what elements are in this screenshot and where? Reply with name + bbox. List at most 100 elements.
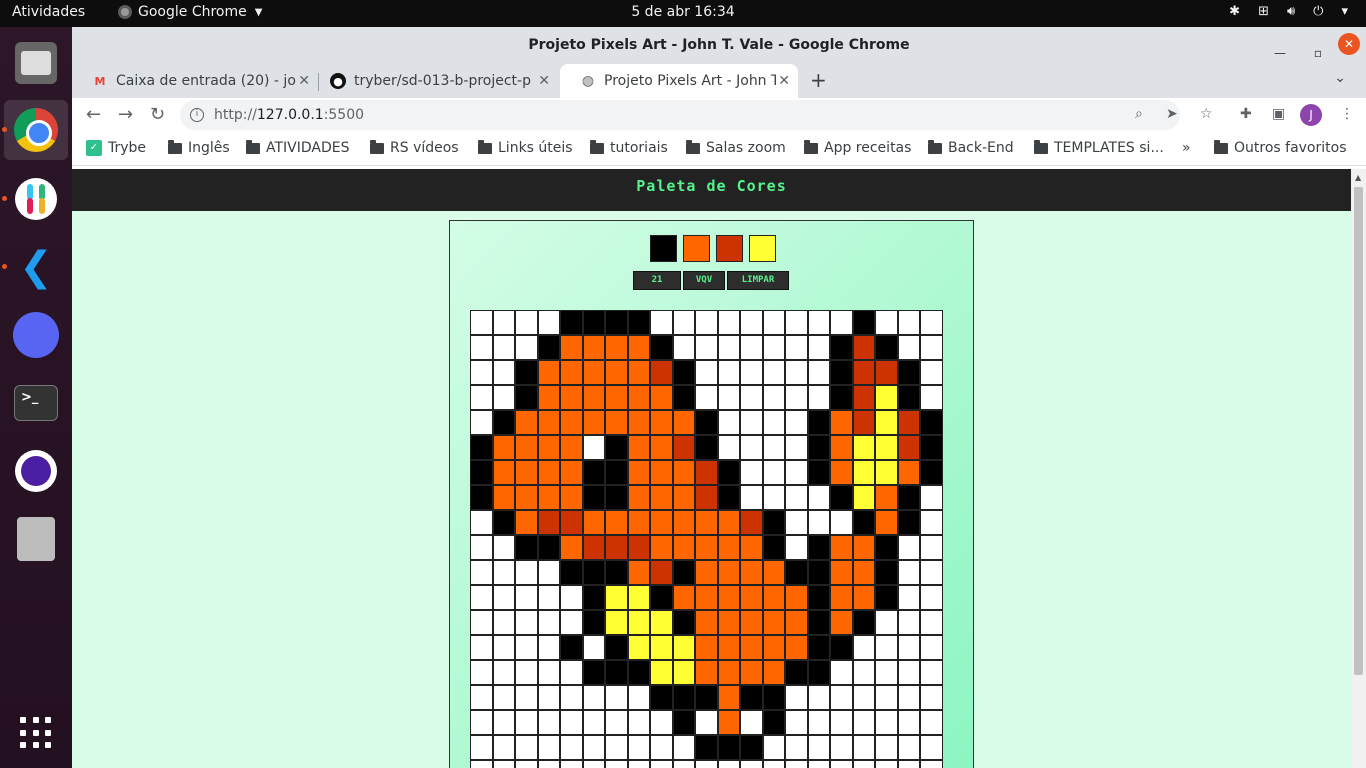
- pixel[interactable]: [875, 585, 898, 610]
- pixel[interactable]: [920, 760, 943, 768]
- pixel[interactable]: [672, 585, 695, 610]
- pixel[interactable]: [695, 735, 718, 760]
- reload-icon[interactable]: ↻: [150, 104, 165, 125]
- pixel[interactable]: [717, 410, 740, 435]
- pixel[interactable]: [582, 710, 605, 735]
- pixel[interactable]: [875, 460, 898, 485]
- pixel[interactable]: [807, 310, 830, 335]
- side-panel-icon[interactable]: ▣: [1272, 106, 1285, 122]
- pixel[interactable]: [830, 585, 853, 610]
- pixel[interactable]: [650, 660, 673, 685]
- pixel[interactable]: [627, 360, 650, 385]
- pixel[interactable]: [605, 560, 628, 585]
- pixel[interactable]: [762, 685, 785, 710]
- pixel[interactable]: [492, 535, 515, 560]
- pixel[interactable]: [672, 660, 695, 685]
- pixel[interactable]: [920, 685, 943, 710]
- pixel[interactable]: [785, 610, 808, 635]
- pixel[interactable]: [897, 735, 920, 760]
- pixel[interactable]: [537, 660, 560, 685]
- pixel[interactable]: [717, 460, 740, 485]
- pixel[interactable]: [807, 660, 830, 685]
- pixel[interactable]: [672, 560, 695, 585]
- pixel[interactable]: [695, 460, 718, 485]
- pixel[interactable]: [650, 460, 673, 485]
- pixel[interactable]: [695, 385, 718, 410]
- pixel[interactable]: [830, 685, 853, 710]
- pixel[interactable]: [672, 335, 695, 360]
- pixel[interactable]: [920, 385, 943, 410]
- pixel[interactable]: [672, 535, 695, 560]
- pixel[interactable]: [875, 610, 898, 635]
- pixel[interactable]: [492, 360, 515, 385]
- pixel[interactable]: [740, 710, 763, 735]
- pixel[interactable]: [470, 610, 493, 635]
- pixel[interactable]: [875, 685, 898, 710]
- clock[interactable]: 5 de abr 16:34: [0, 4, 1366, 20]
- pixel[interactable]: [897, 485, 920, 510]
- pixel[interactable]: [605, 660, 628, 685]
- pixel[interactable]: [470, 410, 493, 435]
- pixel[interactable]: [650, 585, 673, 610]
- pixel[interactable]: [717, 310, 740, 335]
- pixel[interactable]: [470, 660, 493, 685]
- pixel[interactable]: [672, 510, 695, 535]
- pixel[interactable]: [582, 585, 605, 610]
- pixel[interactable]: [897, 360, 920, 385]
- pixel[interactable]: [492, 735, 515, 760]
- pixel[interactable]: [740, 460, 763, 485]
- pixel[interactable]: [785, 685, 808, 710]
- pixel[interactable]: [695, 435, 718, 460]
- pixel[interactable]: [470, 460, 493, 485]
- pixel[interactable]: [560, 610, 583, 635]
- pixel[interactable]: [807, 710, 830, 735]
- pixel[interactable]: [672, 460, 695, 485]
- pixel[interactable]: [537, 310, 560, 335]
- pixel[interactable]: [897, 760, 920, 768]
- pixel[interactable]: [627, 435, 650, 460]
- tab-search-icon[interactable]: ⌄: [1334, 70, 1346, 86]
- pixel[interactable]: [717, 535, 740, 560]
- pixel[interactable]: [582, 510, 605, 535]
- bookmark-star-icon[interactable]: ☆: [1200, 106, 1213, 122]
- pixel[interactable]: [537, 410, 560, 435]
- pixel[interactable]: [470, 435, 493, 460]
- pixel[interactable]: [627, 335, 650, 360]
- pixel[interactable]: [672, 735, 695, 760]
- pixel[interactable]: [515, 410, 538, 435]
- pixel[interactable]: [470, 510, 493, 535]
- pixel[interactable]: [470, 685, 493, 710]
- pixel[interactable]: [920, 560, 943, 585]
- pixel[interactable]: [650, 360, 673, 385]
- pixel[interactable]: [582, 310, 605, 335]
- palette-color-1[interactable]: [650, 235, 677, 262]
- pixel[interactable]: [650, 485, 673, 510]
- pixel[interactable]: [627, 735, 650, 760]
- pixel[interactable]: [785, 660, 808, 685]
- pixel[interactable]: [717, 360, 740, 385]
- pixel[interactable]: [515, 635, 538, 660]
- pixel[interactable]: [672, 410, 695, 435]
- site-info-icon[interactable]: i: [190, 108, 204, 122]
- pixel[interactable]: [650, 535, 673, 560]
- pixel[interactable]: [897, 685, 920, 710]
- pixel[interactable]: [627, 685, 650, 710]
- pixel[interactable]: [470, 335, 493, 360]
- pixel[interactable]: [830, 635, 853, 660]
- pixel[interactable]: [807, 560, 830, 585]
- pixel[interactable]: [537, 710, 560, 735]
- pixel[interactable]: [875, 660, 898, 685]
- pixel[interactable]: [897, 560, 920, 585]
- pixel[interactable]: [852, 760, 875, 768]
- pixel[interactable]: [740, 660, 763, 685]
- pixel[interactable]: [740, 610, 763, 635]
- pixel[interactable]: [537, 635, 560, 660]
- pixel[interactable]: [492, 635, 515, 660]
- pixel[interactable]: [785, 310, 808, 335]
- bookmark-rs-videos[interactable]: RS vídeos: [370, 139, 459, 156]
- pixel[interactable]: [875, 735, 898, 760]
- pixel[interactable]: [830, 735, 853, 760]
- pixel[interactable]: [897, 435, 920, 460]
- volume-icon[interactable]: 🔊︎: [1287, 4, 1295, 19]
- pixel[interactable]: [470, 635, 493, 660]
